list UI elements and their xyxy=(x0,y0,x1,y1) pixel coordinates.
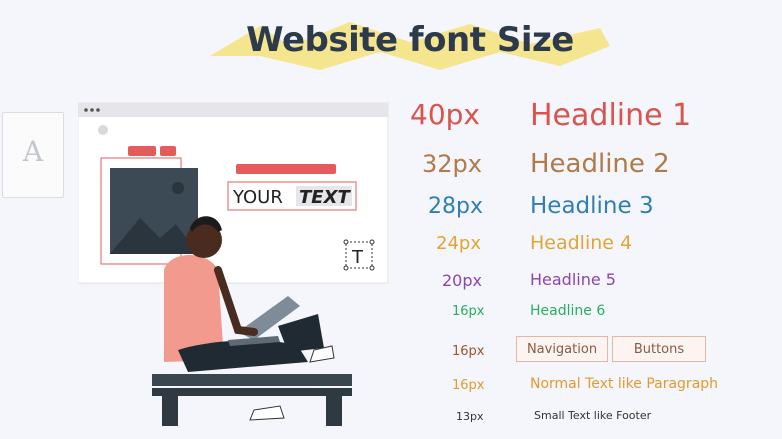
buttons-button[interactable]: Buttons xyxy=(612,336,706,362)
page-title: Website font Size xyxy=(246,20,574,60)
text-tool-glyph: T xyxy=(351,247,364,268)
title-area: Website font Size xyxy=(200,8,620,80)
headline-6: Headline 6 xyxy=(530,303,606,319)
size-40px: 40px xyxy=(410,98,480,131)
navigation-button[interactable]: Navigation xyxy=(516,336,608,362)
headline-5: Headline 5 xyxy=(530,270,616,289)
size-28px: 28px xyxy=(428,194,483,219)
size-32px: 32px xyxy=(422,150,482,178)
size-13px: 13px xyxy=(456,410,484,423)
size-16px-paragraph: 16px xyxy=(452,378,485,393)
normal-text-paragraph: Normal Text like Paragraph xyxy=(530,376,719,392)
your-text-part1: YOUR xyxy=(232,187,283,208)
size-24px: 24px xyxy=(436,233,481,254)
size-16px-nav: 16px xyxy=(452,344,485,359)
size-16px-h6: 16px xyxy=(452,304,485,319)
your-text-part2: TEXT xyxy=(299,187,351,208)
headline-1: Headline 1 xyxy=(530,98,692,133)
font-card: A xyxy=(2,112,64,198)
small-text-footer: Small Text like Footer xyxy=(534,409,652,422)
size-20px: 20px xyxy=(442,271,482,290)
headline-3: Headline 3 xyxy=(530,193,654,219)
headline-2: Headline 2 xyxy=(530,149,670,179)
font-card-glyph: A xyxy=(22,135,44,168)
illustration-person-with-laptop: YOUR TEXT T xyxy=(78,102,389,426)
headline-4: Headline 4 xyxy=(530,232,633,254)
